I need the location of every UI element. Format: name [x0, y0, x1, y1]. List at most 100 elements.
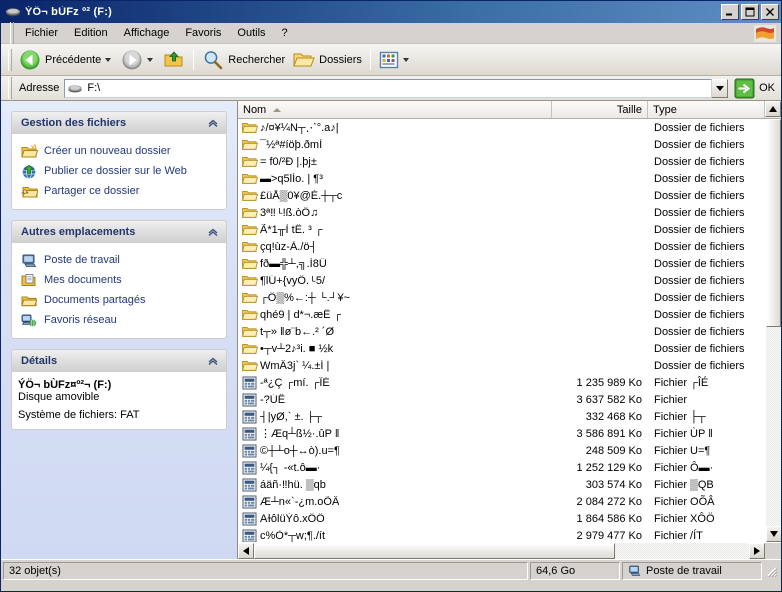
panel-gestion-header[interactable]: Gestion des fichiers: [11, 111, 227, 134]
forward-button[interactable]: [117, 47, 159, 73]
scroll-left-button[interactable]: [238, 543, 254, 559]
forward-dropdown-icon[interactable]: [147, 57, 154, 62]
collapse-chevron-icon[interactable]: [206, 354, 220, 368]
column-header-nom-label: Nom: [243, 103, 267, 116]
address-grip[interactable]: [8, 77, 12, 99]
status-location-label: Poste de travail: [646, 564, 722, 577]
panel-gestion-body: Créer un nouveau dossier Publier ce doss…: [11, 134, 227, 210]
table-row[interactable]: £üÅ▒0¥@É.┼┬c Dossier de fichiers: [238, 187, 765, 204]
views-button[interactable]: [375, 47, 415, 73]
menu-outils[interactable]: Outils: [229, 25, 273, 41]
table-row[interactable]: -?ÚÊ 3 637 582 Ko Fichier: [238, 391, 765, 408]
table-row[interactable]: çq!ùz-À./ö┤ Dossier de fichiers: [238, 238, 765, 255]
collapse-chevron-icon[interactable]: [206, 116, 220, 130]
table-row[interactable]: ¯½ª#íöþ.ðmÌ Dossier de fichiers: [238, 136, 765, 153]
column-header-type[interactable]: Type: [648, 101, 765, 118]
panel-details-header[interactable]: Détails: [11, 349, 227, 372]
table-row[interactable]: 3ª‼ ᴸ!ß.òÖ♫ Dossier de fichiers: [238, 204, 765, 221]
column-header-taille[interactable]: Taille: [552, 101, 648, 118]
scroll-up-button[interactable]: [765, 101, 781, 117]
cell-type: Fichier ▒QB: [654, 478, 714, 491]
horizontal-scrollbar[interactable]: [238, 542, 781, 559]
table-row[interactable]: ┤|yØ,` ±. ├┬ 332 468 Ko Fichier ├┬: [238, 408, 765, 425]
panel-gestion-des-fichiers: Gestion des fichiers Créer un nouveau do…: [11, 111, 227, 210]
scroll-right-button[interactable]: [749, 543, 765, 559]
link-partager-dossier[interactable]: Partager ce dossier: [18, 181, 220, 201]
table-row[interactable]: ¼{┐ -«t.ô▬· 1 252 129 Ko Fichier Ô▬·: [238, 459, 765, 476]
table-row[interactable]: Æ┴n«`-¿m.oÕÂ 2 084 272 Ko Fichier OÕÂ: [238, 493, 765, 510]
maximize-button[interactable]: [741, 4, 759, 20]
menu-favoris[interactable]: Favoris: [177, 25, 229, 41]
link-mes-documents-label: Mes documents: [44, 274, 122, 286]
table-row[interactable]: t┬» ‖ø¨b←.² ´Ø Dossier de fichiers: [238, 323, 765, 340]
table-row[interactable]: c%Ò*┬w;¶./ít 2 979 477 Ko Fichier /ÍT: [238, 527, 765, 542]
back-button[interactable]: Précédente: [15, 47, 117, 73]
menu-edition[interactable]: Edition: [66, 25, 116, 41]
vertical-scroll-thumb[interactable]: [766, 119, 781, 327]
minimize-button[interactable]: [721, 4, 739, 20]
table-row[interactable]: -ª¿Ç ┌mí. ┌ÎÉ 1 235 989 Ko Fichier ┌ÎÉ: [238, 374, 765, 391]
panel-autres-header[interactable]: Autres emplacements: [11, 220, 227, 243]
table-row[interactable]: ▬>q5lÌo. | ¶³ Dossier de fichiers: [238, 170, 765, 187]
address-input[interactable]: F:\: [64, 78, 713, 98]
link-mes-documents[interactable]: Mes documents: [18, 270, 220, 290]
toolbar-grip[interactable]: [8, 48, 12, 71]
file-name: £üÅ▒0¥@É.┼┬c: [260, 189, 343, 202]
collapse-chevron-icon[interactable]: [206, 225, 220, 239]
link-publier-dossier-web[interactable]: Publier ce dossier sur le Web: [18, 161, 220, 181]
horizontal-scroll-track[interactable]: [254, 543, 749, 559]
file-name: Æ┴n«`-¿m.oÕÂ: [260, 495, 340, 508]
link-documents-partages[interactable]: Documents partagés: [18, 290, 220, 310]
views-dropdown-icon[interactable]: [402, 57, 409, 62]
cell-size: 332 468 Ko: [585, 410, 642, 423]
cell-type: Dossier de fichiers: [654, 189, 745, 202]
vertical-scrollbar[interactable]: [765, 119, 781, 542]
vertical-scroll-track[interactable]: [766, 119, 781, 526]
file-name: c%Ò*┬w;¶./ít: [260, 529, 326, 542]
cell-type: Dossier de fichiers: [654, 223, 745, 236]
menu-grip[interactable]: [10, 22, 14, 44]
scroll-down-button[interactable]: [766, 526, 781, 542]
link-publier-dossier-web-label: Publier ce dossier sur le Web: [44, 165, 187, 177]
my-documents-icon: [20, 272, 38, 288]
resize-grip[interactable]: [764, 564, 778, 578]
cell-type: Dossier de fichiers: [654, 342, 745, 355]
column-header-nom[interactable]: Nom: [238, 101, 552, 118]
cell-name: ┤|yØ,` ±. ├┬: [238, 409, 552, 424]
file-rows: ♪/¤¥¼N┬⋰°.a♪| Dossier de fichiers ¯½ª#íöþ.…: [238, 119, 765, 542]
horizontal-scroll-thumb[interactable]: [254, 543, 616, 559]
menu-affichage[interactable]: Affichage: [116, 25, 178, 41]
panel-details-title: Détails: [21, 355, 58, 367]
table-row[interactable]: AɫôlüÝô.xÔÖ 1 864 586 Ko Fichier XÔÖ: [238, 510, 765, 527]
file-rows-viewport: ♪/¤¥¼N┬⋰°.a♪| Dossier de fichiers ¯½ª#íöþ.…: [238, 119, 781, 542]
table-row[interactable]: WmÂ3j` ¼.±Í | Dossier de fichiers: [238, 357, 765, 374]
folder-icon: [242, 274, 260, 288]
table-row[interactable]: ©┼┴o┼↔ò).u=¶ 248 509 Ko Fichier U=¶: [238, 442, 765, 459]
table-row[interactable]: ¶lÚ+{vyÔ. ᴸ5/Dossier de fichiers: [238, 272, 765, 289]
folder-icon: [242, 342, 260, 356]
table-row[interactable]: qhé9 | d*¬.æË ┌ Dossier de fichiers: [238, 306, 765, 323]
go-button[interactable]: OK: [734, 77, 775, 99]
cell-name: Æ┴n«`-¿m.oÕÂ: [238, 494, 552, 509]
table-row[interactable]: ♪/¤¥¼N┬⋰°.a♪| Dossier de fichiers: [238, 119, 765, 136]
folders-button[interactable]: Dossiers: [289, 47, 366, 73]
table-row[interactable]: Ã*1╥Ì tË. ³ ┌ Dossier de fichiers: [238, 221, 765, 238]
link-creer-nouveau-dossier[interactable]: Créer un nouveau dossier: [18, 141, 220, 161]
table-row[interactable]: •┬v┴2♪³i. ■ ½k Dossier de fichiers: [238, 340, 765, 357]
shared-documents-icon: [20, 292, 38, 308]
menu-fichier[interactable]: Fichier: [17, 25, 66, 41]
table-row[interactable]: = f0/²Ð |.þj± Dossier de fichiers: [238, 153, 765, 170]
link-favoris-reseau[interactable]: Favoris réseau: [18, 310, 220, 330]
menu-aide[interactable]: ?: [274, 25, 296, 41]
link-poste-de-travail[interactable]: Poste de travail: [18, 250, 220, 270]
menu-affichage-label: Affichage: [123, 27, 170, 39]
address-dropdown-button[interactable]: [711, 78, 729, 98]
table-row[interactable]: ⋮Æq┴ß½·.ûP ‖ 3 586 891 Ko Fichier ÙP ‖: [238, 425, 765, 442]
table-row[interactable]: áäñ·‼hü. ▒qb 303 574 Ko Fichier ▒QB: [238, 476, 765, 493]
back-dropdown-icon[interactable]: [105, 57, 112, 62]
table-row[interactable]: ┌Ô▒%←:┼ └.┘¥~ Dossier de fichiers: [238, 289, 765, 306]
up-button[interactable]: [159, 47, 189, 73]
table-row[interactable]: fð▬╬┴,╗.Ì8Ü Dossier de fichiers: [238, 255, 765, 272]
close-button[interactable]: [761, 4, 779, 20]
search-button[interactable]: Rechercher: [198, 47, 289, 73]
